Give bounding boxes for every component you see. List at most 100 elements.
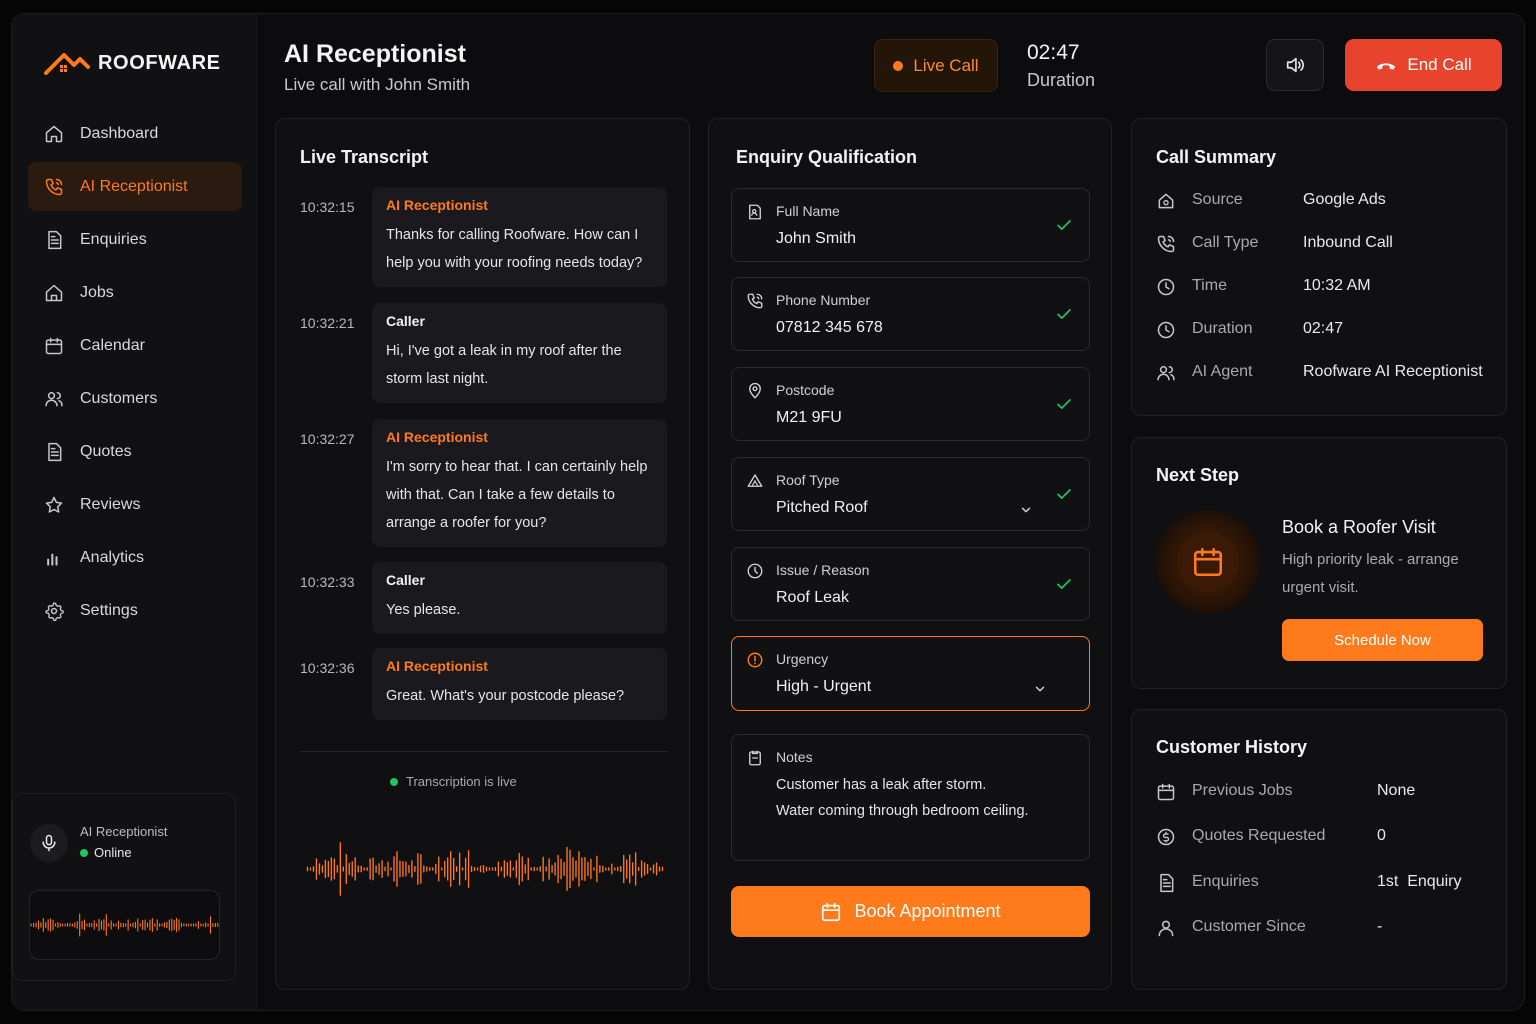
microphone-icon <box>39 833 59 853</box>
document-icon <box>44 442 64 462</box>
sidebar-nav: Dashboard AI Receptionist Enquiries Jobs… <box>28 109 242 639</box>
message-text: Thanks for calling Roofware. How can I h… <box>386 227 643 271</box>
sidebar-item-ai-receptionist[interactable]: AI Receptionist <box>28 162 242 211</box>
sidebar-item-quotes[interactable]: Quotes <box>28 427 242 476</box>
summary-value: Inbound Call <box>1303 234 1393 251</box>
sidebar-item-calendar[interactable]: Calendar <box>28 321 242 370</box>
agent-status-label: Online <box>94 845 132 860</box>
phone-icon <box>1156 234 1176 254</box>
transcript-panel: Live Transcript 10:32:15 AI Receptionist… <box>275 118 690 990</box>
message-time: 10:32:27 <box>300 431 355 447</box>
field-label: Phone Number <box>776 292 871 308</box>
end-call-button[interactable]: End Call <box>1345 39 1502 91</box>
chevron-down-icon[interactable] <box>1033 682 1047 696</box>
history-value: 0 <box>1377 827 1386 844</box>
history-row-previous-jobs: Previous Jobs None <box>1156 780 1496 804</box>
notes-line: Water coming through bedroom ceiling. <box>776 803 1029 819</box>
field-value: Roof Leak <box>776 589 849 606</box>
message-time: 10:32:21 <box>300 315 355 331</box>
field-issue-reason[interactable]: Issue / Reason Roof Leak <box>731 547 1090 621</box>
summary-row-source: Source Google Ads <box>1156 189 1496 213</box>
roof-icon <box>746 472 764 490</box>
history-label: Customer Since <box>1192 918 1306 935</box>
message-speaker: Caller <box>386 572 425 588</box>
summary-value: Roofware AI Receptionist <box>1303 363 1483 380</box>
summary-row-ai-agent: AI Agent Roofware AI Receptionist <box>1156 361 1496 385</box>
waveform-icon <box>30 913 219 937</box>
sidebar-item-analytics[interactable]: Analytics <box>28 533 242 582</box>
book-appointment-button[interactable]: Book Appointment <box>731 886 1090 937</box>
message-speaker: AI Receptionist <box>386 197 488 213</box>
volume-button[interactable] <box>1266 39 1324 91</box>
agent-name: AI Receptionist <box>80 824 168 839</box>
check-icon <box>1055 216 1073 234</box>
message-text: Great. What's your postcode please? <box>386 688 625 704</box>
message-speaker: Caller <box>386 313 425 329</box>
sidebar-item-reviews[interactable]: Reviews <box>28 480 242 529</box>
chevron-down-icon[interactable] <box>1019 503 1033 517</box>
sidebar-item-enquiries[interactable]: Enquiries <box>28 215 242 264</box>
microphone-button[interactable] <box>30 824 68 862</box>
field-urgency[interactable]: Urgency High - Urgent <box>731 636 1090 711</box>
call-timer-label: Duration <box>1027 70 1096 90</box>
clipboard-icon <box>746 749 764 767</box>
sidebar-item-settings[interactable]: Settings <box>28 586 242 635</box>
live-call-indicator[interactable]: Live Call <box>874 39 998 92</box>
page-subtitle: Live call with John Smith <box>284 75 471 94</box>
history-label: Quotes Requested <box>1192 827 1326 844</box>
sidebar-item-label: Analytics <box>80 548 145 566</box>
notes-line: Customer has a leak after storm. <box>776 777 987 793</box>
transcript-message: AI Receptionist I'm sorry to hear that. … <box>372 419 667 547</box>
history-label: Previous Jobs <box>1192 782 1293 799</box>
user-icon <box>1156 918 1176 938</box>
book-appointment-label: Book Appointment <box>854 901 1001 921</box>
check-icon <box>1055 575 1073 593</box>
next-step-title: Next Step <box>1156 465 1240 485</box>
sidebar-item-label: Settings <box>80 601 138 619</box>
history-row-enquiries: Enquiries 1st Enquiry <box>1156 871 1496 895</box>
live-call-label: Live Call <box>913 55 979 75</box>
field-postcode[interactable]: Postcode M21 9FU <box>731 367 1090 441</box>
sidebar-item-label: Dashboard <box>80 124 159 142</box>
message-text: Hi, I've got a leak in my roof after the… <box>386 343 622 387</box>
field-roof-type[interactable]: Roof Type Pitched Roof <box>731 457 1090 531</box>
enquiry-panel: Enquiry Qualification Full Name John Smi… <box>708 118 1112 990</box>
sidebar-item-customers[interactable]: Customers <box>28 374 242 423</box>
message-text: I'm sorry to hear that. I can certainly … <box>386 459 648 531</box>
app-window: ROOFWARE Dashboard AI Receptionist Enqui… <box>11 13 1525 1011</box>
field-phone-number[interactable]: Phone Number 07812 345 678 <box>731 277 1090 351</box>
field-value: John Smith <box>776 230 857 247</box>
calendar-icon <box>44 336 64 356</box>
transcription-status: Transcription is live <box>390 774 517 789</box>
brand-logo[interactable]: ROOFWARE <box>44 48 221 78</box>
transcript-message: AI Receptionist Thanks for calling Roofw… <box>372 187 667 287</box>
agent-status-card: AI Receptionist Online <box>12 793 236 981</box>
sidebar-item-dashboard[interactable]: Dashboard <box>28 109 242 158</box>
hang-up-icon <box>1375 54 1397 76</box>
clock-icon <box>1156 277 1176 297</box>
check-icon <box>1055 305 1073 323</box>
speaker-icon <box>1284 54 1306 76</box>
check-icon <box>1055 485 1073 503</box>
history-row-quotes-requested: Quotes Requested 0 <box>1156 825 1496 849</box>
field-value: 07812 345 678 <box>776 319 883 336</box>
summary-label: Time <box>1192 277 1227 294</box>
notes-label: Notes <box>776 749 813 765</box>
transcript-message: Caller Yes please. <box>372 562 667 634</box>
id-card-icon <box>746 203 764 221</box>
enquiry-title: Enquiry Qualification <box>736 147 918 167</box>
message-text: Yes please. <box>386 602 461 618</box>
notes-field[interactable]: Notes Customer has a leak after storm. W… <box>731 734 1090 861</box>
summary-value: 10:32 AM <box>1303 277 1371 294</box>
phone-icon <box>746 292 764 310</box>
online-dot <box>80 848 88 857</box>
users-icon <box>44 389 64 409</box>
summary-label: AI Agent <box>1192 363 1253 380</box>
message-time: 10:32:33 <box>300 574 355 590</box>
history-label: Enquiries <box>1192 873 1259 890</box>
star-icon <box>44 495 64 515</box>
field-full-name[interactable]: Full Name John Smith <box>731 188 1090 262</box>
alert-icon <box>746 651 764 669</box>
sidebar-item-jobs[interactable]: Jobs <box>28 268 242 317</box>
schedule-now-button[interactable]: Schedule Now <box>1282 619 1483 661</box>
